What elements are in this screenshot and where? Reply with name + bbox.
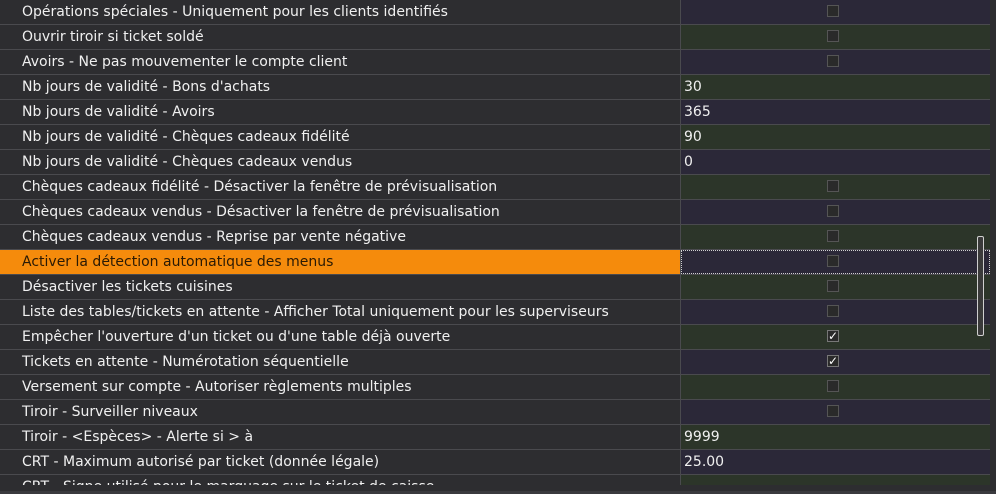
setting-value-cell[interactable]: ✓ — [681, 350, 990, 374]
setting-value-field[interactable]: 25.00 — [681, 450, 990, 474]
settings-row-selected[interactable]: Activer la détection automatique des men… — [0, 250, 990, 275]
setting-label: Tickets en attente - Numérotation séquen… — [0, 350, 681, 374]
setting-value-field[interactable]: 0 — [681, 150, 990, 174]
setting-checkbox[interactable] — [827, 305, 839, 317]
settings-row[interactable]: Nb jours de validité - Avoirs 365 — [0, 100, 990, 125]
setting-label: Chèques cadeaux vendus - Reprise par ven… — [0, 225, 681, 249]
setting-label: Chèques cadeaux fidélité - Désactiver la… — [0, 175, 681, 199]
settings-row[interactable]: Nb jours de validité - Chèques cadeaux f… — [0, 125, 990, 150]
settings-row[interactable]: Opérations spéciales - Uniquement pour l… — [0, 0, 990, 25]
setting-value-cell[interactable] — [681, 0, 990, 24]
settings-row[interactable]: Tickets en attente - Numérotation séquen… — [0, 350, 990, 375]
settings-row[interactable]: Tiroir - <Espèces> - Alerte si > à 9999 — [0, 425, 990, 450]
setting-label: Nb jours de validité - Avoirs — [0, 100, 681, 124]
setting-value-field[interactable] — [681, 475, 990, 485]
setting-value-field[interactable]: 9999 — [681, 425, 990, 449]
setting-checkbox[interactable] — [827, 255, 839, 267]
setting-checkbox[interactable] — [827, 405, 839, 417]
setting-label: Liste des tables/tickets en attente - Af… — [0, 300, 681, 324]
setting-value-field[interactable]: 365 — [681, 100, 990, 124]
setting-value-cell[interactable] — [681, 200, 990, 224]
check-icon[interactable]: ✓ — [827, 330, 839, 342]
setting-checkbox[interactable] — [827, 180, 839, 192]
setting-value-cell[interactable] — [681, 375, 990, 399]
setting-value-cell[interactable] — [681, 300, 990, 324]
setting-label: Chèques cadeaux vendus - Désactiver la f… — [0, 200, 681, 224]
settings-row[interactable]: Chèques cadeaux vendus - Reprise par ven… — [0, 225, 990, 250]
settings-row[interactable]: CRT - Maximum autorisé par ticket (donné… — [0, 450, 990, 475]
setting-label: Ouvrir tiroir si ticket soldé — [0, 25, 681, 49]
setting-checkbox[interactable] — [827, 30, 839, 42]
setting-label: Tiroir - <Espèces> - Alerte si > à — [0, 425, 681, 449]
setting-value-cell[interactable] — [681, 225, 990, 249]
settings-row[interactable]: Nb jours de validité - Chèques cadeaux v… — [0, 150, 990, 175]
settings-row[interactable]: Tiroir - Surveiller niveaux — [0, 400, 990, 425]
setting-checkbox[interactable] — [827, 55, 839, 67]
setting-label: Nb jours de validité - Bons d'achats — [0, 75, 681, 99]
settings-row[interactable]: Liste des tables/tickets en attente - Af… — [0, 300, 990, 325]
settings-grid: Opérations spéciales - Uniquement pour l… — [0, 0, 990, 485]
setting-label: Empêcher l'ouverture d'un ticket ou d'un… — [0, 325, 681, 349]
setting-label: CRT - Signe utilisé pour le marquage sur… — [0, 475, 681, 485]
setting-checkbox[interactable] — [827, 5, 839, 17]
setting-label: Nb jours de validité - Chèques cadeaux f… — [0, 125, 681, 149]
setting-label: Versement sur compte - Autoriser règleme… — [0, 375, 681, 399]
setting-checkbox[interactable] — [827, 230, 839, 242]
settings-row[interactable]: Désactiver les tickets cuisines — [0, 275, 990, 300]
setting-label: Désactiver les tickets cuisines — [0, 275, 681, 299]
setting-value-cell[interactable] — [681, 25, 990, 49]
setting-label: Tiroir - Surveiller niveaux — [0, 400, 681, 424]
setting-value-field[interactable]: 90 — [681, 125, 990, 149]
settings-row[interactable]: Chèques cadeaux vendus - Désactiver la f… — [0, 200, 990, 225]
setting-checkbox[interactable] — [827, 280, 839, 292]
setting-label: Avoirs - Ne pas mouvementer le compte cl… — [0, 50, 681, 74]
setting-checkbox[interactable] — [827, 205, 839, 217]
settings-row-partial[interactable]: CRT - Signe utilisé pour le marquage sur… — [0, 475, 990, 485]
check-icon[interactable]: ✓ — [827, 355, 839, 367]
grid-right-edge — [990, 0, 996, 494]
setting-value-cell[interactable] — [681, 50, 990, 74]
setting-label: Nb jours de validité - Chèques cadeaux v… — [0, 150, 681, 174]
setting-value-cell[interactable] — [681, 275, 990, 299]
vertical-scrollbar-thumb[interactable] — [977, 236, 984, 336]
setting-value-cell[interactable]: ✓ — [681, 325, 990, 349]
setting-value-field[interactable]: 30 — [681, 75, 990, 99]
setting-label: Activer la détection automatique des men… — [0, 250, 681, 274]
setting-checkbox[interactable] — [827, 380, 839, 392]
settings-row[interactable]: Ouvrir tiroir si ticket soldé — [0, 25, 990, 50]
settings-row[interactable]: Versement sur compte - Autoriser règleme… — [0, 375, 990, 400]
settings-row[interactable]: Avoirs - Ne pas mouvementer le compte cl… — [0, 50, 990, 75]
setting-value-cell[interactable] — [681, 175, 990, 199]
setting-value-cell[interactable] — [681, 400, 990, 424]
setting-value-cell[interactable] — [681, 250, 990, 274]
settings-row[interactable]: Empêcher l'ouverture d'un ticket ou d'un… — [0, 325, 990, 350]
settings-row[interactable]: Chèques cadeaux fidélité - Désactiver la… — [0, 175, 990, 200]
setting-label: CRT - Maximum autorisé par ticket (donné… — [0, 450, 681, 474]
setting-label: Opérations spéciales - Uniquement pour l… — [0, 0, 681, 24]
settings-row[interactable]: Nb jours de validité - Bons d'achats 30 — [0, 75, 990, 100]
